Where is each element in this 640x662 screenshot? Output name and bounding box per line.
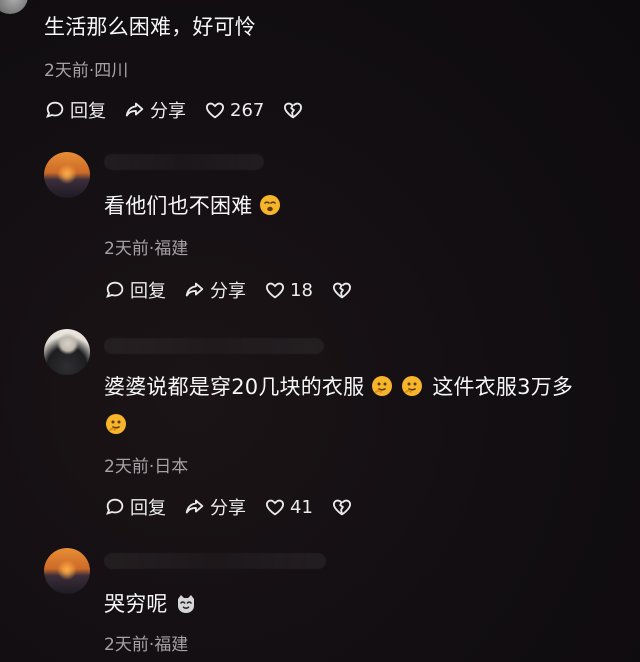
- comment-meta: 2天前·日本: [104, 457, 189, 477]
- comment-text-body: 哭穷呢: [104, 592, 168, 616]
- thinking-face-emoji: [400, 374, 424, 398]
- like-count: 41: [290, 496, 313, 518]
- share-arrow-icon: [184, 496, 206, 518]
- reply-button[interactable]: 回复: [104, 494, 166, 520]
- comment-text-line1: 婆婆说都是穿20几块的衣服: [104, 375, 365, 399]
- comment-actions: 回复 分享 267: [44, 97, 304, 123]
- comment-meta: 2天前·福建: [104, 635, 189, 655]
- cat-face-emoji: [174, 591, 198, 615]
- comment-meta: 2天前·福建: [104, 239, 189, 259]
- username-redacted: [104, 338, 324, 354]
- dislike-button[interactable]: [331, 496, 353, 518]
- like-button[interactable]: 41: [264, 496, 313, 518]
- broken-heart-icon: [282, 99, 304, 121]
- share-button[interactable]: 分享: [184, 277, 246, 303]
- reply-label: 回复: [130, 281, 166, 302]
- comment-text-body: 看他们也不困难: [104, 194, 253, 218]
- username-redacted: [104, 553, 326, 569]
- comment-text: 生活那么困难，好可怜: [44, 15, 256, 39]
- thinking-face-emoji: [370, 374, 394, 398]
- reply-button[interactable]: 回复: [44, 97, 106, 123]
- like-count: 267: [230, 99, 265, 121]
- broken-heart-icon: [331, 496, 353, 518]
- comment-text-line1-tail: 这件衣服3万多: [432, 375, 574, 399]
- comment-thread: 生活那么困难，好可怜 2天前·四川 回复 分享 267 看他们也不困难 2天前·…: [0, 0, 640, 662]
- comment-text: 哭穷呢: [104, 589, 198, 619]
- dislike-button[interactable]: [282, 99, 304, 121]
- comment-text: 婆婆说都是穿20几块的衣服 这件衣服3万多: [104, 372, 573, 402]
- share-button[interactable]: 分享: [184, 494, 246, 520]
- heart-icon: [264, 279, 286, 301]
- heart-icon: [264, 496, 286, 518]
- reply-bubble-icon: [104, 279, 126, 301]
- dislike-button[interactable]: [331, 279, 353, 301]
- comment-actions: 回复 分享 18: [104, 277, 353, 303]
- comment-text: 看他们也不困难: [104, 191, 282, 221]
- username-redacted: [104, 154, 264, 170]
- comment-meta: 2天前·四川: [44, 61, 129, 81]
- reply-label: 回复: [70, 101, 106, 122]
- like-button[interactable]: 267: [204, 99, 264, 121]
- avatar[interactable]: [44, 329, 90, 375]
- share-label: 分享: [210, 498, 246, 519]
- share-arrow-icon: [184, 279, 206, 301]
- comment-text-line2: [104, 410, 128, 440]
- sleepy-face-emoji: [258, 193, 282, 217]
- heart-icon: [204, 99, 226, 121]
- reply-bubble-icon: [44, 99, 66, 121]
- like-count: 18: [290, 279, 313, 301]
- reply-label: 回复: [130, 498, 166, 519]
- avatar[interactable]: [0, 0, 28, 14]
- like-button[interactable]: 18: [264, 279, 313, 301]
- share-arrow-icon: [124, 99, 146, 121]
- avatar[interactable]: [44, 548, 90, 594]
- share-button[interactable]: 分享: [124, 97, 186, 123]
- share-label: 分享: [210, 281, 246, 302]
- share-label: 分享: [150, 101, 186, 122]
- reply-bubble-icon: [104, 496, 126, 518]
- comment-actions: 回复 分享 41: [104, 494, 353, 520]
- broken-heart-icon: [331, 279, 353, 301]
- reply-button[interactable]: 回复: [104, 277, 166, 303]
- thinking-face-emoji: [104, 412, 128, 436]
- avatar[interactable]: [44, 152, 90, 198]
